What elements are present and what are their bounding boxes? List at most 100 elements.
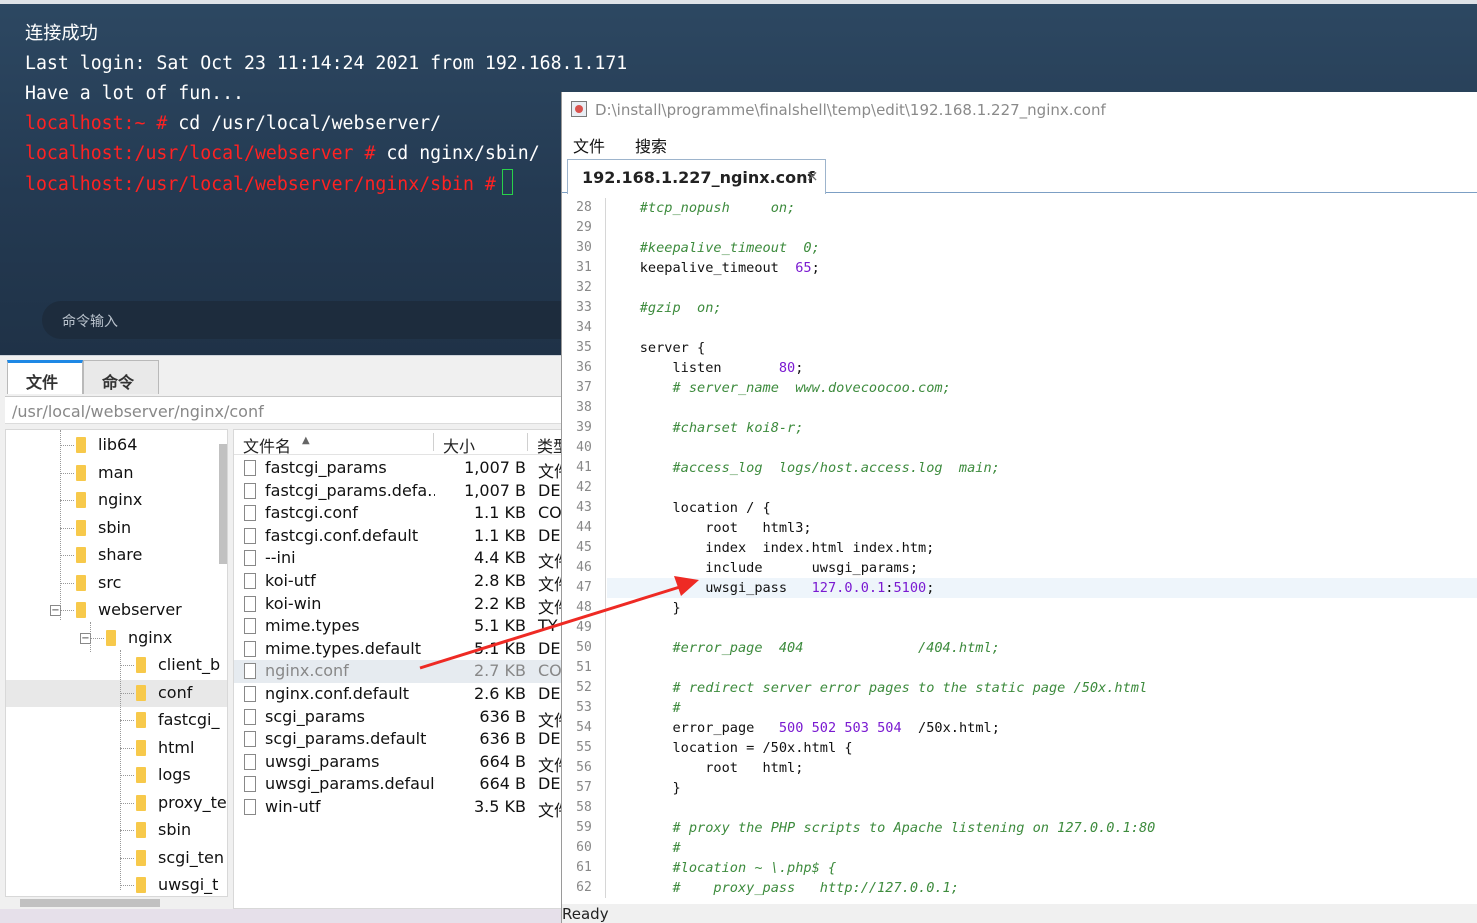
tree-item[interactable]: share (6, 542, 227, 569)
code-comment: # server_name www.dovecoocoo.com; (672, 380, 951, 396)
code-line[interactable] (607, 618, 1477, 638)
code-line[interactable]: # proxy the PHP scripts to Apache listen… (607, 818, 1477, 838)
code-line[interactable]: index index.html index.htm; (607, 538, 1477, 558)
file-row[interactable]: fastcgi_params 1,007 B 文件 (234, 457, 569, 481)
code-number: 503 (844, 720, 869, 736)
column-divider[interactable] (433, 433, 434, 451)
line-number: 29 (576, 220, 592, 235)
path-bar[interactable]: /usr/local/webserver/nginx/conf (5, 396, 570, 424)
file-row[interactable]: uwsgi_params 664 B 文件 (234, 751, 569, 775)
column-divider[interactable] (527, 433, 528, 451)
code-line[interactable] (607, 398, 1477, 418)
file-row[interactable]: mime.types 5.1 KB TY (234, 615, 569, 638)
tree-item-label: share (98, 545, 143, 564)
file-row[interactable]: mime.types.default 5.1 KB DE (234, 638, 569, 661)
file-row[interactable]: scgi_params.default 636 B DE (234, 728, 569, 751)
code-line[interactable] (607, 218, 1477, 238)
file-list[interactable]: 文件名 ▲ 大小 类型 fastcgi_params 1,007 B 文件 fastc… (233, 429, 570, 909)
code-line[interactable]: # server_name www.dovecoocoo.com; (607, 378, 1477, 398)
column-size[interactable]: 大小 (443, 433, 475, 457)
code-line[interactable]: #tcp_nopush on; (607, 198, 1477, 218)
line-number: 43 (576, 500, 592, 515)
file-row[interactable]: koi-utf 2.8 KB 文件 (234, 570, 569, 594)
folder-icon (76, 574, 86, 591)
tree-item[interactable]: logs (6, 762, 227, 789)
command-input[interactable]: 命令输入 (42, 301, 582, 339)
code-line[interactable]: } (607, 598, 1477, 618)
code-line[interactable]: location = /50x.html { (607, 738, 1477, 758)
folder-tree[interactable]: lib64 man nginx sbin share src − webserver − ngin… (5, 429, 228, 897)
file-icon (244, 640, 256, 657)
terminal-output[interactable]: 连接成功 Last login: Sat Oct 23 11:14:24 2021… (25, 19, 627, 200)
file-row[interactable]: koi-win 2.2 KB 文件 (234, 593, 569, 617)
tree-item[interactable]: src (6, 570, 227, 597)
code-line[interactable] (607, 478, 1477, 498)
tree-item[interactable]: uwsgi_t (6, 872, 227, 896)
code-area[interactable]: 28 29 30 31 32 33 34 35 36 37 38 39 40 41 42 43 44 45 46 47… (562, 198, 1477, 898)
code-line[interactable] (607, 278, 1477, 298)
code-line[interactable]: #keepalive_timeout 0; (607, 238, 1477, 258)
tree-item[interactable]: lib64 (6, 432, 227, 459)
code-line[interactable]: keepalive_timeout 65; (607, 258, 1477, 278)
code-line[interactable]: #access_log logs/host.access.log main; (607, 458, 1477, 478)
tree-item[interactable]: html (6, 735, 227, 762)
code-line[interactable]: #charset koi8-r; (607, 418, 1477, 438)
file-row[interactable]: fastcgi.conf.default 1.1 KB DE (234, 525, 569, 548)
tree-item[interactable]: proxy_te (6, 790, 227, 817)
editor-titlebar[interactable]: D:\install\programme\finalshell\temp\edi… (562, 92, 1477, 126)
file-row[interactable]: nginx.conf.default 2.6 KB DE (234, 683, 569, 706)
file-row[interactable]: uwsgi_params.default 664 B DE (234, 773, 569, 796)
tree-item[interactable]: scgi_ten (6, 845, 227, 872)
file-row[interactable]: win-utf 3.5 KB 文件 (234, 796, 569, 820)
code-line[interactable]: error_page 500 502 503 504 /50x.html; (607, 718, 1477, 738)
tree-item[interactable]: sbin (6, 515, 227, 542)
code-line[interactable]: #gzip on; (607, 298, 1477, 318)
tree-item[interactable]: nginx (6, 487, 227, 514)
tree-item[interactable]: conf (6, 679, 227, 707)
tree-item[interactable]: client_b (6, 652, 227, 679)
code-line[interactable]: root html3; (607, 518, 1477, 538)
code-line[interactable]: # redirect server error pages to the sta… (607, 678, 1477, 698)
tab-commands[interactable]: 命令 (83, 360, 159, 394)
code-line[interactable] (607, 798, 1477, 818)
tree-horizontal-scrollbar[interactable] (5, 897, 228, 909)
file-row[interactable]: scgi_params 636 B 文件 (234, 706, 569, 730)
code-line[interactable]: include uwsgi_params; (607, 558, 1477, 578)
code-line[interactable]: uwsgi_pass 127.0.0.1:5100; (607, 578, 1477, 598)
file-size: 5.1 KB (474, 638, 526, 658)
code-line[interactable]: location / { (607, 498, 1477, 518)
code-line[interactable]: server { (607, 338, 1477, 358)
file-name: mime.types.default (265, 638, 422, 658)
code-line[interactable]: # (607, 698, 1477, 718)
tree-item[interactable]: − nginx (6, 625, 227, 652)
tree-horizontal-scroll-thumb[interactable] (20, 899, 160, 907)
code-line[interactable] (607, 318, 1477, 338)
code-line[interactable]: # (607, 838, 1477, 858)
file-row[interactable]: fastcgi.conf 1.1 KB CO (234, 502, 569, 525)
editor-tab[interactable]: 192.168.1.227_nginx.conf × (567, 159, 826, 194)
code-line[interactable] (607, 438, 1477, 458)
code-line[interactable]: root html; (607, 758, 1477, 778)
tree-item[interactable]: − webserver (6, 597, 227, 624)
menu-search[interactable]: 搜索 (635, 133, 667, 157)
code-line[interactable]: #location ~ \.php$ { (607, 858, 1477, 878)
tab-files[interactable]: 文件 (7, 360, 83, 394)
tree-item[interactable]: sbin (6, 817, 227, 844)
code-line[interactable]: } (607, 778, 1477, 798)
code-number: 500 (778, 720, 804, 736)
tree-item[interactable]: man (6, 460, 227, 487)
column-name[interactable]: 文件名 (243, 433, 291, 457)
menu-file[interactable]: 文件 (573, 133, 605, 157)
file-row[interactable]: fastcgi_params.defa... 1,007 B DE (234, 480, 569, 503)
close-icon[interactable]: × (806, 167, 819, 185)
file-row[interactable]: --ini 4.4 KB 文件 (234, 547, 569, 571)
tree-scrollbar[interactable] (219, 444, 227, 564)
code-line[interactable]: # proxy_pass http://127.0.0.1; (607, 878, 1477, 898)
tree-item[interactable]: fastcgi_ (6, 707, 227, 734)
file-row[interactable]: nginx.conf 2.7 KB CO (234, 660, 569, 683)
folder-icon (76, 602, 86, 618)
code-line[interactable] (607, 658, 1477, 678)
terminal-line: Have a lot of fun... (25, 79, 627, 109)
code-line[interactable]: #error_page 404 /404.html; (607, 638, 1477, 658)
code-line[interactable]: listen 80; (607, 358, 1477, 378)
